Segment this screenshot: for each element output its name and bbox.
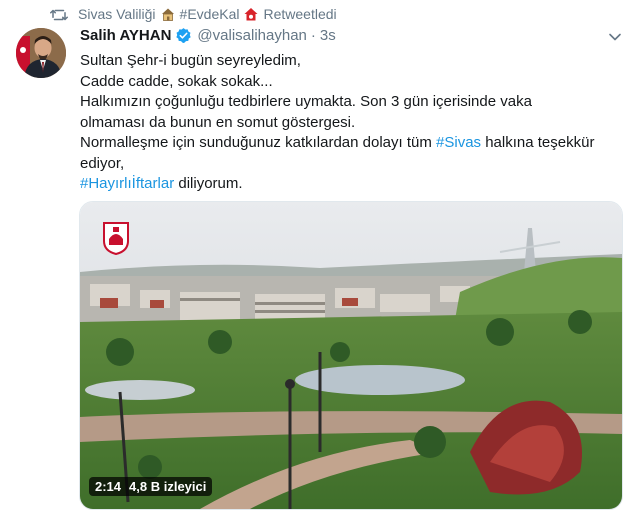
video-duration: 2:14	[95, 479, 122, 494]
retweet-label: Retweetledi	[263, 6, 337, 22]
tweet-line: #Hayırlıİftarlar diliyorum.	[80, 174, 628, 195]
tweet-text-segment: halkına teşekkür	[481, 134, 595, 151]
video-frame	[80, 202, 622, 509]
tweet-line: Normalleşme için sunduğunuz katkılardan …	[80, 133, 628, 154]
retweet-icon	[50, 9, 68, 21]
hashtag-link-hayirliiftarlar[interactable]: #Hayırlıİftarlar	[80, 175, 174, 192]
tweet-card[interactable]: Sivas Valiliği #EvdeKal Retweetledi Sali…	[0, 0, 640, 515]
video-views: 4,8 B izleyici	[129, 479, 207, 494]
tweet-text-segment: diliyorum.	[174, 175, 243, 192]
house-emoji-icon	[161, 8, 174, 21]
house-red-emoji-icon	[244, 8, 258, 21]
sivas-logo-icon	[103, 222, 129, 255]
retweet-hashtag[interactable]: #EvdeKal	[180, 6, 240, 22]
tweet-line: Cadde cadde, sokak sokak...	[80, 72, 273, 90]
tweet-header: Salih AYHAN @valisalihayhan · 3s	[80, 27, 336, 44]
tweet-line: Halkımızın çoğunluğu tedbirlere uymakta.…	[80, 93, 532, 110]
avatar[interactable]	[16, 28, 66, 78]
tweet-line: olmaması da bunun en somut göstergesi.	[80, 113, 356, 131]
hashtag-link-sivas[interactable]: #Sivas	[436, 134, 481, 151]
author-handle[interactable]: @valisalihayhan	[197, 27, 306, 44]
tweet-text-segment: Normalleşme için sunduğunuz katkılardan …	[80, 134, 437, 151]
tweet-timestamp[interactable]: 3s	[320, 27, 336, 44]
chevron-down-icon[interactable]	[608, 30, 622, 44]
separator-dot: ·	[310, 27, 316, 44]
video-player[interactable]	[79, 201, 623, 510]
tweet-line: Sultan Şehr-i bugün seyreyledim,	[80, 52, 301, 69]
verified-icon	[176, 28, 192, 43]
retweet-context: Sivas Valiliği #EvdeKal Retweetledi	[50, 6, 337, 22]
video-info-badge: 2:14 4,8 B izleyici	[89, 477, 213, 496]
author-name[interactable]: Salih AYHAN	[80, 27, 171, 44]
avatar-image	[16, 28, 66, 78]
tweet-line: ediyor,	[80, 154, 125, 172]
tweet-text: Sultan Şehr-i bugün seyreyledim, Cadde c…	[80, 51, 628, 195]
retweet-account[interactable]: Sivas Valiliği	[78, 6, 156, 22]
